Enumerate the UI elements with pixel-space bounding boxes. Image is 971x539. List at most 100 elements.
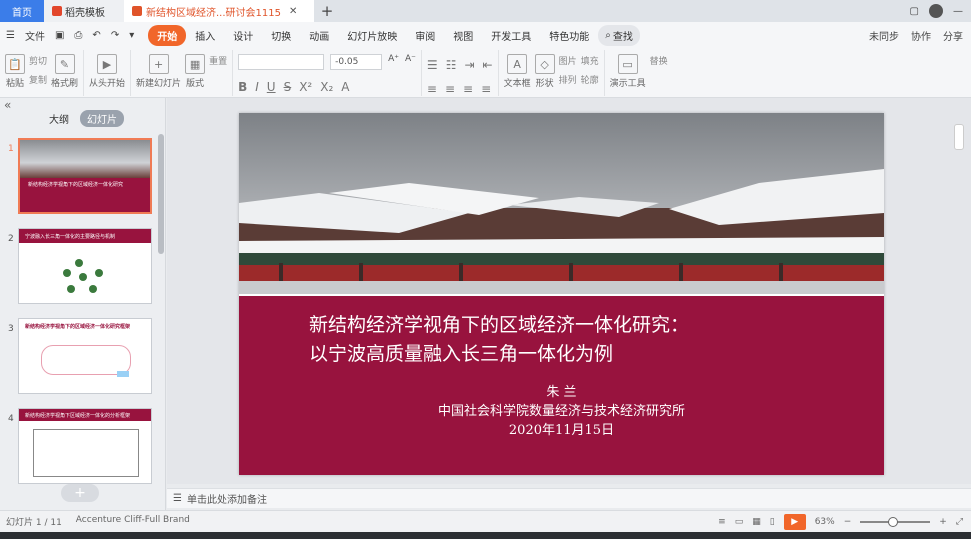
indent-icon[interactable]: ⇥ bbox=[464, 58, 474, 72]
add-slide-button[interactable]: + bbox=[61, 484, 99, 502]
tab-features[interactable]: 特色功能 bbox=[540, 25, 598, 46]
align-left-icon[interactable]: ≡ bbox=[427, 82, 437, 96]
new-slide-button[interactable]: + 新建幻灯片 bbox=[136, 54, 181, 89]
file-menu[interactable]: 文件 bbox=[25, 28, 45, 43]
save-icon[interactable]: ▣ bbox=[55, 30, 64, 41]
justify-icon[interactable]: ≡ bbox=[481, 82, 491, 96]
close-tab-icon[interactable]: ✕ bbox=[289, 6, 297, 17]
slides-tab[interactable]: 幻灯片 bbox=[80, 109, 124, 127]
textbox-button[interactable]: A 文本框 bbox=[504, 54, 531, 89]
bold-icon[interactable]: B bbox=[238, 80, 247, 94]
format-painter-button[interactable]: ✎ 格式刷 bbox=[51, 54, 78, 89]
new-tab-button[interactable]: + bbox=[314, 0, 340, 22]
institution[interactable]: 中国社会科学院数量经济与技术经济研究所 bbox=[239, 400, 884, 419]
share-button[interactable]: 分享 bbox=[943, 28, 963, 43]
tab-templates[interactable]: 稻壳模板 bbox=[44, 0, 124, 22]
superscript-icon[interactable]: X² bbox=[299, 80, 312, 94]
zoom-slider[interactable] bbox=[860, 516, 931, 527]
search-label: 查找 bbox=[612, 31, 633, 43]
tab-start[interactable]: 开始 bbox=[148, 24, 187, 46]
paste-label: 粘贴 bbox=[5, 79, 24, 89]
grow-font-icon[interactable]: A⁺ bbox=[388, 54, 399, 70]
tab-review[interactable]: 审阅 bbox=[406, 25, 444, 46]
panel-scrollbar[interactable] bbox=[158, 134, 164, 254]
collaborate-button[interactable]: 协作 bbox=[911, 28, 931, 43]
slide-title-line2[interactable]: 以宁波高质量融入长三角一体化为例 bbox=[309, 339, 613, 366]
outdent-icon[interactable]: ⇤ bbox=[483, 58, 493, 72]
thumb-box bbox=[117, 371, 129, 377]
tab-transitions[interactable]: 切换 bbox=[262, 25, 300, 46]
undo-icon[interactable]: ↶ bbox=[92, 30, 100, 41]
zoom-level[interactable]: 63% bbox=[815, 517, 835, 527]
replace-button[interactable]: 替换 bbox=[650, 54, 668, 67]
copy-button[interactable]: 复制 bbox=[29, 73, 47, 86]
paste-button[interactable]: 📋 粘贴 bbox=[5, 54, 25, 89]
canvas-scroll-up[interactable] bbox=[954, 124, 964, 150]
tab-insert[interactable]: 插入 bbox=[186, 25, 224, 46]
zoom-slider-knob[interactable] bbox=[888, 516, 899, 527]
reading-view-icon[interactable]: ▯ bbox=[770, 517, 775, 527]
font-size-select[interactable]: -0.05 bbox=[330, 54, 383, 70]
fill-button[interactable]: 填充 bbox=[581, 54, 599, 67]
cut-button[interactable]: 剪切 bbox=[29, 54, 47, 67]
font-family-select[interactable] bbox=[238, 54, 325, 70]
slide-thumbnail-3[interactable]: 新结构经济学视角下的区域经济一体化研究框架 bbox=[18, 318, 152, 394]
tab-view[interactable]: 视图 bbox=[444, 25, 482, 46]
slide-title-line1[interactable]: 新结构经济学视角下的区域经济一体化研究： bbox=[309, 310, 689, 337]
hamburger-icon[interactable]: ☰ bbox=[6, 30, 15, 41]
redo-icon[interactable]: ↷ bbox=[111, 30, 119, 41]
search-box[interactable]: ⌕ 查找 bbox=[598, 24, 640, 46]
thumb-node bbox=[79, 273, 87, 281]
zoom-out-icon[interactable]: − bbox=[844, 517, 852, 527]
number-list-icon[interactable]: ☷ bbox=[446, 58, 457, 72]
taskbar-strip bbox=[0, 532, 971, 539]
normal-view-icon[interactable]: ▭ bbox=[735, 517, 744, 527]
bullet-list-icon[interactable]: ☰ bbox=[427, 58, 438, 72]
align-right-icon[interactable]: ≡ bbox=[463, 82, 473, 96]
avatar[interactable] bbox=[929, 4, 943, 18]
picture-button[interactable]: 图片 bbox=[559, 54, 577, 67]
italic-icon[interactable]: I bbox=[255, 80, 259, 94]
shape-button[interactable]: ◇ 形状 bbox=[534, 54, 555, 89]
underline-icon[interactable]: U bbox=[267, 80, 276, 94]
slideshow-play-button[interactable]: ▶ bbox=[783, 513, 806, 530]
arrange-button[interactable]: 排列 bbox=[559, 73, 577, 86]
font-color-icon[interactable]: A bbox=[341, 80, 349, 94]
new-slide-label: 新建幻灯片 bbox=[136, 79, 182, 89]
fit-window-icon[interactable]: ⤢ bbox=[956, 517, 963, 527]
notes-bar[interactable]: ☰ 单击此处添加备注 bbox=[167, 488, 971, 508]
shrink-font-icon[interactable]: A⁻ bbox=[405, 54, 416, 70]
tab-animations[interactable]: 动画 bbox=[300, 25, 338, 46]
reset-button[interactable]: 重置 bbox=[209, 54, 227, 67]
print-icon[interactable]: ⎙ bbox=[74, 30, 82, 41]
slide-thumbnail-4[interactable]: 新结构经济学视角下区域经济一体化的分析框架 bbox=[18, 408, 152, 484]
tab-document[interactable]: 新结构区域经济...研讨会1115 ✕ bbox=[124, 0, 314, 22]
notes-toggle-icon[interactable]: ≡ bbox=[718, 517, 726, 527]
sync-status[interactable]: 未同步 bbox=[869, 28, 899, 43]
current-slide[interactable]: 新结构经济学视角下的区域经济一体化研究： 以宁波高质量融入长三角一体化为例 朱 … bbox=[239, 113, 884, 475]
thumb-number: 4 bbox=[8, 414, 14, 424]
present-tools-button[interactable]: ▭ 演示工具 bbox=[610, 54, 646, 89]
author-name[interactable]: 朱 兰 bbox=[239, 381, 884, 400]
search-icon: ⌕ bbox=[605, 29, 611, 41]
slide-thumbnail-2[interactable]: 宁波融入长三角一体化的主要路径与机制 bbox=[18, 228, 152, 304]
slide-thumbnail-1[interactable]: 新结构经济学视角下的区域经济一体化研究 bbox=[18, 138, 152, 214]
more-chevron-icon[interactable]: ▾ bbox=[129, 30, 134, 41]
align-center-icon[interactable]: ≡ bbox=[445, 82, 455, 96]
page-count-icon[interactable]: ▢ bbox=[910, 6, 919, 17]
subscript-icon[interactable]: X₂ bbox=[320, 80, 333, 94]
from-start-button[interactable]: ▶ 从头开始 bbox=[89, 54, 125, 89]
tab-slideshow[interactable]: 幻灯片放映 bbox=[338, 25, 406, 46]
outline-button[interactable]: 轮廓 bbox=[581, 73, 599, 86]
tab-home[interactable]: 首页 bbox=[0, 0, 44, 22]
tab-design[interactable]: 设计 bbox=[224, 25, 262, 46]
sorter-view-icon[interactable]: ▦ bbox=[752, 517, 761, 527]
tab-developer[interactable]: 开发工具 bbox=[482, 25, 540, 46]
presentation-date[interactable]: 2020年11月15日 bbox=[239, 419, 884, 438]
zoom-in-icon[interactable]: + bbox=[939, 517, 947, 527]
minimize-icon[interactable]: — bbox=[953, 6, 963, 17]
outline-tab[interactable]: 大纲 bbox=[42, 110, 76, 127]
strike-icon[interactable]: S bbox=[284, 80, 292, 94]
title-band: 新结构经济学视角下的区域经济一体化研究： 以宁波高质量融入长三角一体化为例 朱 … bbox=[239, 294, 884, 475]
layout-button[interactable]: ▦ 版式 bbox=[185, 54, 206, 89]
